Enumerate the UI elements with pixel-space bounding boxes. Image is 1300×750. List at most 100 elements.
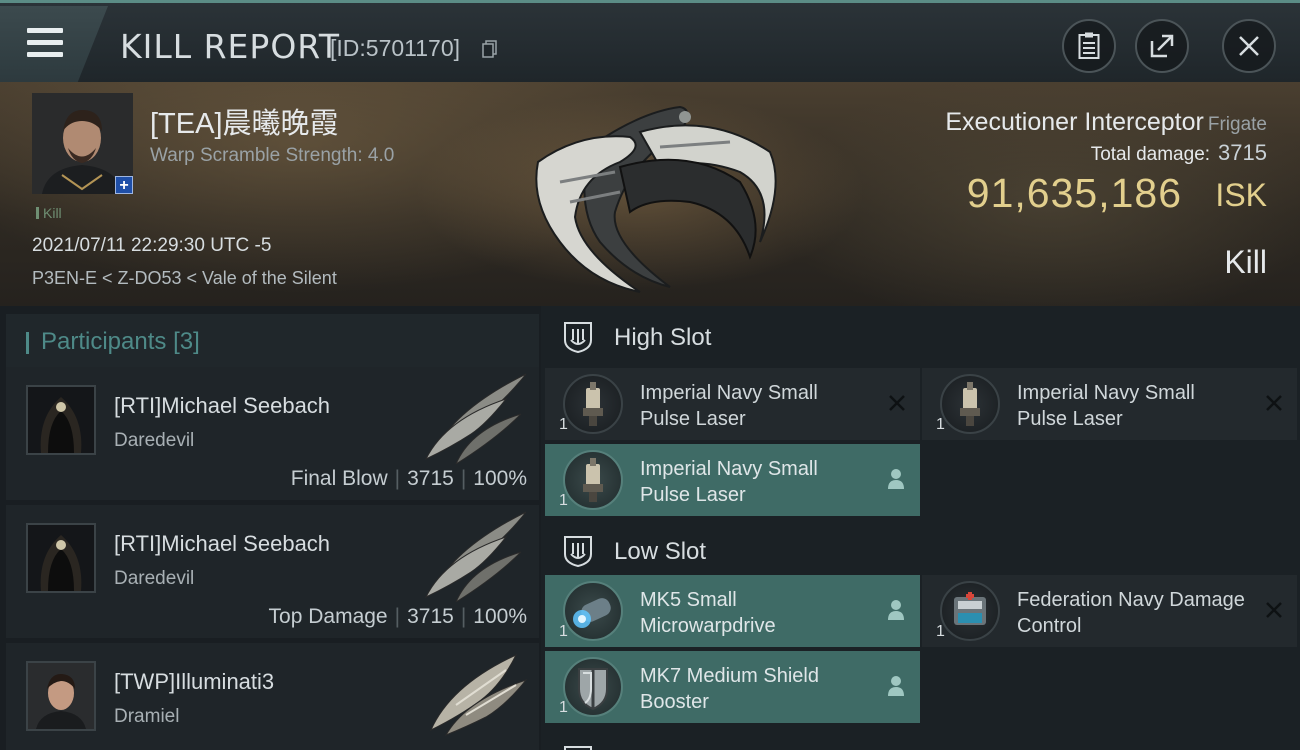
participant-avatar [26, 523, 96, 593]
participants-header-tick [26, 332, 29, 354]
stats-separator: | [394, 605, 401, 628]
page-title: KILL REPORT [120, 27, 340, 66]
kill-tag-pip [36, 207, 39, 219]
participant-name: [RTI]Michael Seebach [114, 531, 331, 556]
low-slot-label: Low Slot [614, 538, 707, 565]
participants-title: Participants [41, 328, 167, 355]
participant-row[interactable]: [RTI]Michael Seebach Daredevil Top Damag… [6, 505, 539, 638]
participant-avatar [26, 385, 96, 455]
laser-icon [583, 382, 603, 426]
module-icon [563, 581, 623, 641]
module-item[interactable]: 1 Imperial Navy Small Pulse Laser [545, 444, 920, 516]
close-icon [1239, 36, 1259, 56]
victim-ship-class: Frigate [1207, 114, 1267, 135]
participant-ship: Daredevil [114, 568, 195, 589]
low-slot-icon [564, 536, 592, 568]
kill-id: [ID:5701170] [330, 35, 461, 61]
high-slot-label: High Slot [614, 324, 712, 351]
module-quantity: 1 [936, 416, 945, 433]
participant-stats: Top Damage | 3715 | 100% [269, 605, 527, 629]
participant-percent: 100% [473, 605, 527, 628]
destroyed-icon [1266, 602, 1282, 618]
victim-ship-image [535, 105, 777, 293]
menu-icon [27, 28, 63, 33]
module-icon [563, 450, 623, 510]
helmet-avatar [28, 525, 94, 591]
victim-ship-name: Executioner Interceptor [945, 108, 1204, 136]
module-quantity: 1 [936, 623, 945, 640]
participant-stats: Final Blow | 3715 | 100% [291, 467, 527, 491]
module-icon [940, 374, 1000, 434]
module-item[interactable]: 1 MK5 Small Microwarpdrive [545, 575, 920, 647]
destroyed-icon [889, 395, 905, 411]
total-damage-label: Total damage: [1090, 144, 1211, 165]
participants-header: Participants [3] [6, 314, 539, 369]
module-item[interactable]: 1 Imperial Navy Small Pulse Laser [545, 368, 920, 440]
victim-name[interactable]: [TEA]晨曦晚霞 [150, 100, 339, 142]
module-name: MK5 Small Microwarpdrive [640, 589, 776, 637]
copy-icon[interactable] [482, 40, 498, 58]
menu-button[interactable] [0, 6, 108, 82]
kill-tag: Kill [36, 205, 62, 221]
share-button[interactable] [1135, 19, 1189, 73]
participant-name: [TWP]Illuminati3 [114, 669, 275, 694]
participants-count: [3] [173, 328, 200, 355]
damage-control-icon [954, 592, 986, 625]
stats-separator: | [460, 467, 467, 490]
participant-row[interactable]: [TWP]Illuminati3 Dramiel [6, 643, 539, 750]
participant-row[interactable]: [RTI]Michael Seebach Daredevil Final Blo… [6, 367, 539, 500]
module-quantity: 1 [559, 416, 568, 433]
module-quantity: 1 [559, 492, 568, 509]
participant-ship-image [429, 653, 528, 736]
clipboard-button[interactable] [1062, 19, 1116, 73]
dropped-icon [888, 469, 904, 489]
participant-role: Final Blow [290, 467, 388, 490]
kill-location: P3EN-E < Z-DO53 < Vale of the Silent [32, 268, 337, 288]
isk-label: ISK [1215, 177, 1267, 213]
high-slot-icon [564, 322, 592, 354]
destroyed-icon [1266, 395, 1282, 411]
plus-badge[interactable]: + [115, 176, 133, 194]
victim-ship[interactable]: Executioner Interceptor Frigate [945, 108, 1267, 137]
participant-ship: Daredevil [114, 430, 195, 451]
participant-ship: Dramiel [114, 706, 180, 727]
laser-icon [583, 458, 603, 502]
kill-datetime: 2021/07/11 22:29:30 UTC -5 [32, 235, 272, 256]
participant-avatar [26, 661, 96, 731]
participants-panel[interactable]: Participants [3] [RTI]Michael Seebach Da… [0, 306, 541, 750]
participant-name: [RTI]Michael Seebach [114, 393, 331, 418]
participant-ship-image [424, 373, 527, 464]
high-slot-header: High Slot [541, 306, 1300, 368]
dropped-icon [888, 600, 904, 620]
helmet-avatar [28, 387, 94, 453]
shield-booster-icon [578, 668, 608, 711]
fitting-panel[interactable]: High Slot 1 Imperial Navy Small Pulse La… [541, 306, 1300, 750]
stats-separator: | [460, 605, 467, 628]
participant-percent: 100% [473, 467, 527, 490]
module-name: Imperial Navy Small Pulse Laser [1017, 382, 1195, 430]
close-button[interactable] [1222, 19, 1276, 73]
total-damage: Total damage: 3715 [1091, 140, 1267, 166]
module-item[interactable]: 1 MK7 Medium Shield Booster [545, 651, 920, 723]
slot-icon [564, 746, 592, 750]
warp-scramble-strength: Warp Scramble Strength: 4.0 [150, 145, 395, 166]
module-name: Federation Navy Damage Control [1017, 589, 1245, 637]
low-slot-header: Low Slot [541, 520, 1300, 582]
participant-role: Top Damage [268, 605, 388, 628]
title-bar: KILL REPORT [ID:5701170] [0, 0, 1300, 82]
module-name: Imperial Navy Small Pulse Laser [640, 382, 818, 430]
module-item[interactable]: 1 Federation Navy Damage Control [922, 575, 1297, 647]
isk-value: 91,635,186 [966, 170, 1182, 216]
menu-icon-bar [27, 52, 63, 57]
clipboard-icon [1078, 32, 1100, 59]
module-name: MK7 Medium Shield Booster [640, 665, 819, 713]
microwarpdrive-icon [573, 598, 611, 628]
pilot-avatar [28, 663, 94, 729]
module-item[interactable]: 1 Imperial Navy Small Pulse Laser [922, 368, 1297, 440]
kill-tag-label: Kill [43, 205, 62, 221]
share-icon [1150, 34, 1174, 58]
stats-separator: | [394, 467, 401, 490]
dropped-icon [888, 676, 904, 696]
total-damage-value: 3715 [1218, 140, 1267, 165]
participant-ship-image [424, 511, 527, 602]
